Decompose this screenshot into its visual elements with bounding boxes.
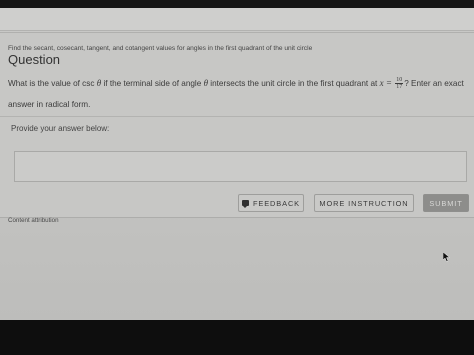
fraction-numerator: 10: [395, 77, 404, 85]
answer-input[interactable]: [14, 151, 467, 182]
answer-prompt: Provide your answer below:: [11, 124, 110, 133]
more-instruction-button[interactable]: MORE INSTRUCTION: [314, 194, 414, 212]
breadcrumb: Find the secant, cosecant, tangent, and …: [8, 45, 313, 52]
feedback-label: FEEDBACK: [252, 198, 301, 208]
fraction-denominator: 17: [396, 84, 403, 91]
submit-label: SUBMIT: [429, 198, 463, 208]
divider: [0, 116, 474, 117]
x-expression: x =: [379, 78, 392, 88]
monitor-bezel: [0, 320, 474, 355]
question-text-part: intersects the unit circle in the first …: [208, 79, 380, 88]
question-text: What is the value of csc θ if the termin…: [8, 73, 470, 115]
question-text-part: if the terminal side of angle: [101, 79, 204, 88]
feedback-button[interactable]: FEEDBACK: [238, 194, 304, 212]
more-instruction-label: MORE INSTRUCTION: [319, 198, 409, 208]
question-card: Find the secant, cosecant, tangent, and …: [0, 32, 474, 218]
speech-bubble-icon: [241, 200, 249, 208]
fraction: 10 17: [395, 77, 404, 91]
question-text-part: What is the value of csc: [8, 79, 97, 88]
mouse-pointer-icon: [443, 252, 451, 262]
content-attribution-link[interactable]: Content attribution: [8, 217, 59, 224]
submit-button[interactable]: SUBMIT: [423, 194, 469, 212]
screen: Find the secant, cosecant, tangent, and …: [0, 8, 474, 320]
question-heading: Question: [8, 52, 61, 67]
browser-top-strip: [0, 8, 474, 31]
